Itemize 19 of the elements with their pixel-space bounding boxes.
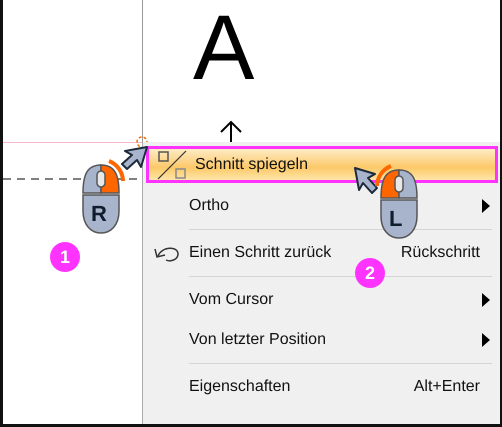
large-letter: A bbox=[193, 0, 254, 97]
cursor-icon bbox=[351, 164, 381, 196]
snap-point-icon bbox=[135, 135, 149, 149]
menu-item[interactable]: Von letzter Position bbox=[189, 328, 326, 352]
menu-item[interactable]: Ortho bbox=[189, 194, 230, 218]
up-arrow bbox=[218, 120, 244, 143]
mouse-button-letter: L bbox=[389, 208, 402, 230]
shortcut-text: Alt+Enter bbox=[414, 377, 480, 397]
submenu-arrow-icon bbox=[482, 292, 490, 307]
menu-item[interactable]: Vom Cursor bbox=[189, 288, 274, 312]
submenu-arrow-icon bbox=[482, 332, 490, 347]
shortcut-text: Rückschritt bbox=[400, 243, 480, 263]
menu-item[interactable]: Schnitt spiegeln bbox=[195, 152, 308, 176]
menu-item[interactable]: Eigenschaften bbox=[189, 375, 290, 399]
menu-item[interactable]: Einen Schritt zurück bbox=[189, 241, 332, 265]
step-number: 1 bbox=[50, 242, 80, 272]
mirror-icon bbox=[157, 150, 187, 180]
submenu-arrow-icon bbox=[482, 198, 490, 213]
mouse-button-letter: R bbox=[91, 203, 107, 225]
